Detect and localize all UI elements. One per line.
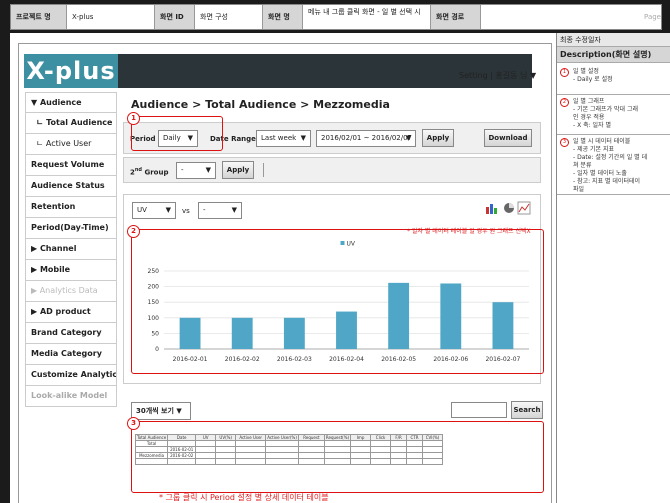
document-header: 프로젝트 명 X-plus 화면 ID 화면 구성 화면 명 메뉴 내 그룹 클…	[10, 4, 662, 30]
screen-id-value: 화면 구성	[195, 5, 263, 29]
sidebar-item[interactable]: ▶ AD product	[25, 302, 117, 323]
chevron-down-icon: ▼	[231, 206, 237, 214]
sidebar: ▼ Audience ㄴ Total Audience ㄴ Active User R…	[25, 92, 117, 407]
vs-label: vs	[182, 207, 190, 215]
pie-chart-icon[interactable]	[504, 203, 514, 213]
annotation-box-3	[131, 421, 544, 493]
section-line: 쳐 분류	[573, 162, 592, 169]
description-panel: 최종 수정일자 Description(화면 설명) 1 일 별 설정 - Dail…	[556, 33, 670, 503]
project-value: X-plus	[67, 5, 155, 29]
screen-name-value: 메뉴 내 그룹 클릭 화면 - 일 별 선택 시	[303, 5, 431, 29]
sidebar-item[interactable]: Request Volume	[25, 155, 117, 176]
sidebar-item[interactable]: ㄴ Active User	[25, 134, 117, 155]
bar-chart-icon[interactable]	[486, 204, 497, 214]
line-chart-icon[interactable]	[517, 201, 531, 215]
section-line: 파일	[573, 186, 585, 193]
document-frame: X-plus Setting | 홍길동 님 ▼ ▼ Audience ㄴ Tot…	[10, 33, 670, 503]
section-line: - X 축: 일자 별	[573, 122, 612, 129]
section-number: 1	[560, 68, 569, 77]
sidebar-item[interactable]: Audience Status	[25, 176, 117, 197]
search-input[interactable]	[451, 402, 507, 418]
group-bar: 2nd Group - ▼ Apply	[123, 157, 541, 183]
section-text: 일 별 시 데이터 테이블 - 제공 기본 지표 - Date: 설정 기간의 일 …	[573, 138, 647, 194]
date-field[interactable]: 2016/02/01 ~ 2016/02/07 ▼	[316, 130, 416, 147]
project-label: 프로젝트 명	[11, 5, 67, 29]
breadcrumb: Audience > Total Audience > Mezzomedia	[131, 98, 390, 111]
sidebar-item[interactable]: Brand Category	[25, 323, 117, 344]
screen-path-value	[481, 5, 651, 29]
sidebar-item[interactable]: ㄴ Total Audience	[25, 113, 117, 134]
sidebar-item[interactable]: ▶ Analytics Data	[25, 281, 117, 302]
screen-name-label: 화면 명	[263, 5, 303, 29]
sidebar-item[interactable]: ▶ Mobile	[25, 260, 117, 281]
section-line: - Date: 설정 기간의 일 별 데	[573, 154, 648, 161]
page-label: Page	[644, 13, 661, 21]
search-button[interactable]: Search	[511, 401, 543, 419]
metric1-select[interactable]: UV ▼	[132, 202, 176, 219]
section-number: 3	[560, 138, 569, 147]
apply-button[interactable]: Apply	[422, 129, 454, 147]
description-title: Description(화면 설명)	[557, 47, 670, 63]
last-modified-label: 최종 수정일자	[557, 33, 670, 47]
root: 프로젝트 명 X-plus 화면 ID 화면 구성 화면 명 메뉴 내 그룹 클…	[0, 0, 670, 503]
section-text: 일 별 설정 - Daily 로 설정	[573, 68, 613, 84]
annotation-number-1: 1	[127, 112, 140, 125]
description-section: 3 일 별 시 데이터 테이블 - 제공 기본 지표 - Date: 설정 기간의 일…	[557, 135, 670, 195]
download-button[interactable]: Download	[484, 129, 532, 147]
app-logo: X-plus	[24, 54, 118, 88]
date-range-select[interactable]: Last week ▼	[256, 130, 311, 147]
chevron-down-icon: ▼	[205, 166, 211, 174]
chevron-down-icon: ▼	[165, 206, 171, 214]
section-line: 인 경우 적용	[573, 114, 605, 121]
section-line: - 참고: 지표 별 데이터테이	[573, 178, 641, 185]
sidebar-item[interactable]: Customize Analytics	[25, 365, 117, 386]
setting-menu[interactable]: Setting | 홍길동 님 ▼	[459, 70, 536, 81]
section-text: 일 별 그래프 - 기본 그래프가 막대 그래 인 경우 적용 - X 축: 일자 …	[573, 98, 638, 130]
divider	[263, 163, 264, 177]
chart-type-icons	[486, 201, 531, 215]
page-size-select[interactable]: 30개씩 보기 ▼	[131, 402, 191, 420]
screen-path-label: 화면 경로	[431, 5, 481, 29]
section-line: - 일자 별 데이터 노출	[573, 170, 627, 177]
screen-id-label: 화면 ID	[155, 5, 195, 29]
section-line: - 제공 기본 지표	[573, 146, 615, 153]
annotation-box-2	[131, 229, 544, 374]
sidebar-item[interactable]: Retention	[25, 197, 117, 218]
section-line: 일 별 시 데이터 테이블	[573, 138, 631, 145]
group-apply-button[interactable]: Apply	[222, 161, 254, 179]
group-label: 2nd Group	[130, 167, 169, 177]
sidebar-item[interactable]: Look-alike Model	[25, 386, 117, 407]
description-section: 1 일 별 설정 - Daily 로 설정	[557, 65, 670, 95]
section-line: 일 별 설정	[573, 68, 599, 75]
app-mockup: X-plus Setting | 홍길동 님 ▼ ▼ Audience ㄴ Tot…	[18, 43, 552, 503]
sidebar-item[interactable]: Media Category	[25, 344, 117, 365]
description-section: 2 일 별 그래프 - 기본 그래프가 막대 그래 인 경우 적용 - X 축: 일자…	[557, 95, 670, 135]
section-line: 일 별 그래프	[573, 98, 605, 105]
annotation-box-1	[131, 116, 223, 151]
section-line: - 기본 그래프가 막대 그래	[573, 106, 638, 113]
group-select[interactable]: - ▼	[176, 162, 216, 179]
chevron-down-icon: ▼	[405, 134, 411, 142]
sidebar-item[interactable]: ▼ Audience	[25, 92, 117, 113]
section-number: 2	[560, 98, 569, 107]
metric2-select[interactable]: - ▼	[198, 202, 242, 219]
sidebar-item[interactable]: ▶ Channel	[25, 239, 117, 260]
section-line: - Daily 로 설정	[573, 76, 613, 83]
annotation-number-2: 2	[127, 225, 140, 238]
sidebar-item[interactable]: Period(Day-Time)	[25, 218, 117, 239]
annotation-number-3: 3	[127, 417, 140, 430]
chevron-down-icon: ▼	[300, 134, 306, 142]
table-note: * 그룹 클릭 시 Period 설정 별 상세 데이터 테이블	[159, 493, 329, 502]
